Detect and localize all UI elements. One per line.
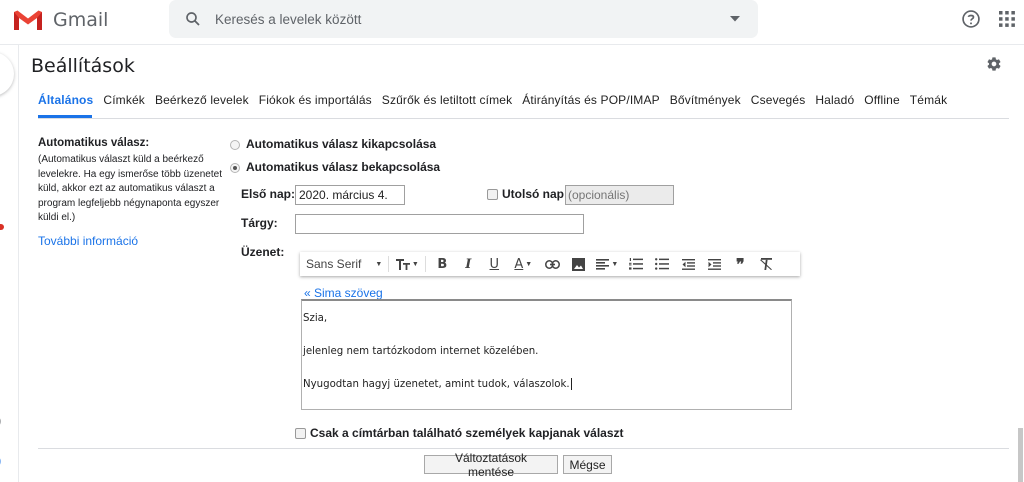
subject-label: Tárgy: [241,216,278,230]
align-left-icon [596,258,610,270]
tab-general[interactable]: Általános [38,93,93,107]
quote-icon[interactable]: ❞ [727,252,753,276]
tab-accounts-import[interactable]: Fiókok és importálás [259,93,372,107]
tab-inbox[interactable]: Beérkező levelek [155,93,249,107]
vacation-off-label[interactable]: Automatikus válasz kikapcsolása [246,137,436,151]
font-family-value: Sans Serif [306,257,362,271]
search-options-caret-icon[interactable] [730,16,740,22]
setting-description: (Automatikus választ küld a beérkező lev… [38,154,222,223]
toolbar-separator [388,256,390,272]
message-label: Üzenet: [241,245,285,259]
compose-button[interactable] [0,52,14,96]
bulleted-list-button[interactable] [649,252,675,276]
tab-themes[interactable]: Témák [910,93,947,107]
scrollbar-thumb[interactable] [1018,428,1023,482]
numbered-list-button[interactable] [623,252,649,276]
image-icon [571,257,585,271]
indent-less-button[interactable] [675,252,701,276]
tabs-divider [38,118,1009,119]
text-cursor [570,378,572,390]
image-button[interactable] [565,252,591,276]
tab-filters-blocked[interactable]: Szűrők és letiltott címek [382,93,512,107]
last-day-label[interactable]: Utolsó nap: [502,187,568,201]
vacation-on-radio[interactable] [230,163,240,173]
bulleted-list-icon [655,258,670,270]
last-day-input[interactable] [565,185,674,205]
first-day-input[interactable] [295,185,405,205]
sidebar-indicator [0,224,4,230]
search-icon[interactable] [184,10,202,28]
editor-line [303,328,791,345]
text-size-icon [395,259,410,270]
font-family-select[interactable]: Sans Serif ▼ [306,257,382,271]
gmail-logo-text: Gmail [53,9,109,31]
bold-icon[interactable]: B [429,252,455,276]
message-editor[interactable]: Szia, jelenleg nem tartózkodom internet … [301,299,792,410]
vacation-on-label[interactable]: Automatikus válasz bekapcsolása [246,160,440,174]
link-button[interactable] [539,252,565,276]
chevron-down-icon: ▼ [611,260,619,268]
numbered-list-icon [629,258,644,270]
editor-line [303,361,791,378]
indent-more-button[interactable] [701,252,727,276]
editor-line: Szia, [303,313,328,324]
learn-more-link[interactable]: További információ [38,234,138,248]
gear-icon[interactable] [986,56,1002,72]
text-color-button[interactable]: A ▼ [507,252,539,276]
underline-icon[interactable]: U [481,252,507,276]
editor-line-last: Nyugodtan hagyj üzenetet, amint tudok, v… [303,377,791,394]
font-size-button[interactable]: ▼ [392,252,422,276]
footer-divider [38,448,1009,449]
chevron-down-icon: ▼ [525,260,533,268]
cancel-button[interactable]: Mégse [563,455,612,474]
tab-offline[interactable]: Offline [864,93,900,107]
vacation-off-radio[interactable] [230,140,240,150]
sidebar-fragment: ) [0,453,1,468]
contacts-only-checkbox[interactable] [295,428,306,439]
save-changes-button[interactable]: Változtatások mentése [424,451,558,479]
tab-labels[interactable]: Címkék [103,93,145,107]
editor-line-text: Nyugodtan hagyj üzenetet, amint tudok, v… [303,379,570,390]
gmail-logo-icon[interactable] [12,8,44,32]
indent-less-icon [681,258,695,270]
link-icon [544,259,560,269]
text-color-icon: A [514,256,524,272]
header-divider [0,44,1024,45]
remove-formatting-button[interactable] [753,252,779,276]
subject-input[interactable] [295,214,584,234]
last-day-checkbox[interactable] [487,189,498,200]
setting-label: Automatikus válasz: [38,137,150,149]
tab-chat[interactable]: Csevegés [751,93,806,107]
chevron-down-icon: ▼ [375,260,383,268]
tab-forwarding-pop-imap[interactable]: Átirányítás és POP/IMAP [522,93,660,107]
help-icon[interactable] [961,9,981,29]
settings-tabs: Általános Címkék Beérkező levelek Fiókok… [38,93,957,107]
italic-icon[interactable]: I [455,252,481,276]
editor-line: jelenleg nem tartózkodom internet közelé… [303,346,539,357]
indent-more-icon [707,258,721,270]
chevron-down-icon: ▼ [411,260,419,268]
plain-text-link[interactable]: « Sima szöveg [304,286,383,300]
apps-grid-icon[interactable] [999,11,1015,27]
contacts-only-label[interactable]: Csak a címtárban található személyek kap… [310,426,624,440]
tab-advanced[interactable]: Haladó [815,93,854,107]
first-day-label: Első nap: [241,187,296,201]
toolbar-separator [425,256,427,272]
align-button[interactable]: ▼ [591,252,623,276]
remove-formatting-icon [759,258,772,270]
formatting-toolbar: Sans Serif ▼ ▼ B I U A ▼ ▼ ❞ [300,252,800,276]
page-title: Beállítások [31,55,135,77]
sidebar-divider [18,45,19,482]
tab-add-ons[interactable]: Bővítmények [670,93,741,107]
sidebar-fragment: ) [0,413,1,428]
search-input[interactable]: Keresés a levelek között [215,12,361,27]
